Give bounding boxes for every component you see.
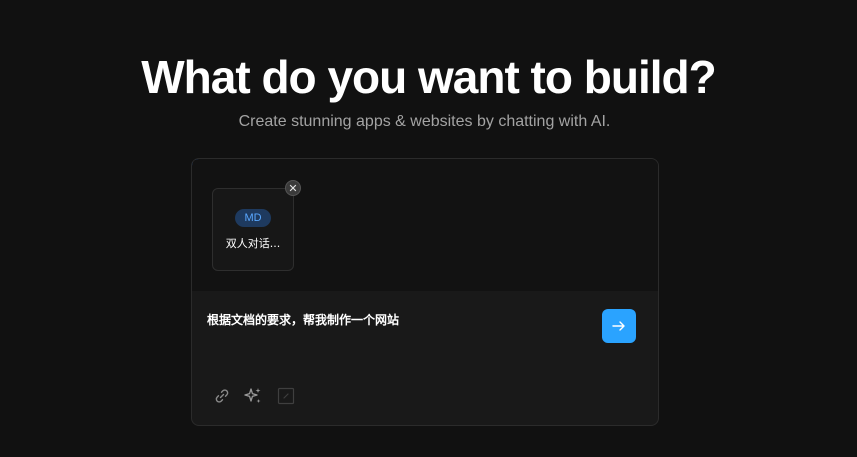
- file-name: 双人对话...: [225, 237, 281, 250]
- file-type-badge: MD: [235, 209, 271, 227]
- attach-link-button[interactable]: [212, 386, 232, 406]
- page-title: What do you want to build?: [141, 51, 716, 103]
- attached-file-chip[interactable]: MD 双人对话...: [212, 188, 294, 271]
- edit-button[interactable]: [276, 386, 296, 406]
- enhance-prompt-button[interactable]: [243, 386, 263, 406]
- arrow-right-icon: [612, 321, 625, 331]
- edit-icon: [277, 387, 295, 405]
- link-icon: [215, 389, 229, 403]
- page-subtitle: Create stunning apps & websites by chatt…: [238, 113, 611, 130]
- attachments-area: MD 双人对话... ✕: [192, 159, 658, 291]
- page: What do you want to build? Create stunni…: [0, 0, 857, 457]
- prompt-input[interactable]: 根据文档的要求，帮我制作一个网站: [207, 311, 399, 328]
- close-icon: ✕: [288, 183, 298, 195]
- chat-input-card: MD 双人对话... ✕ 根据文档的要求，帮我制作一个网站: [191, 158, 659, 426]
- send-button[interactable]: [602, 309, 636, 343]
- remove-attachment-button[interactable]: ✕: [285, 180, 301, 196]
- sparkles-icon: [244, 388, 261, 403]
